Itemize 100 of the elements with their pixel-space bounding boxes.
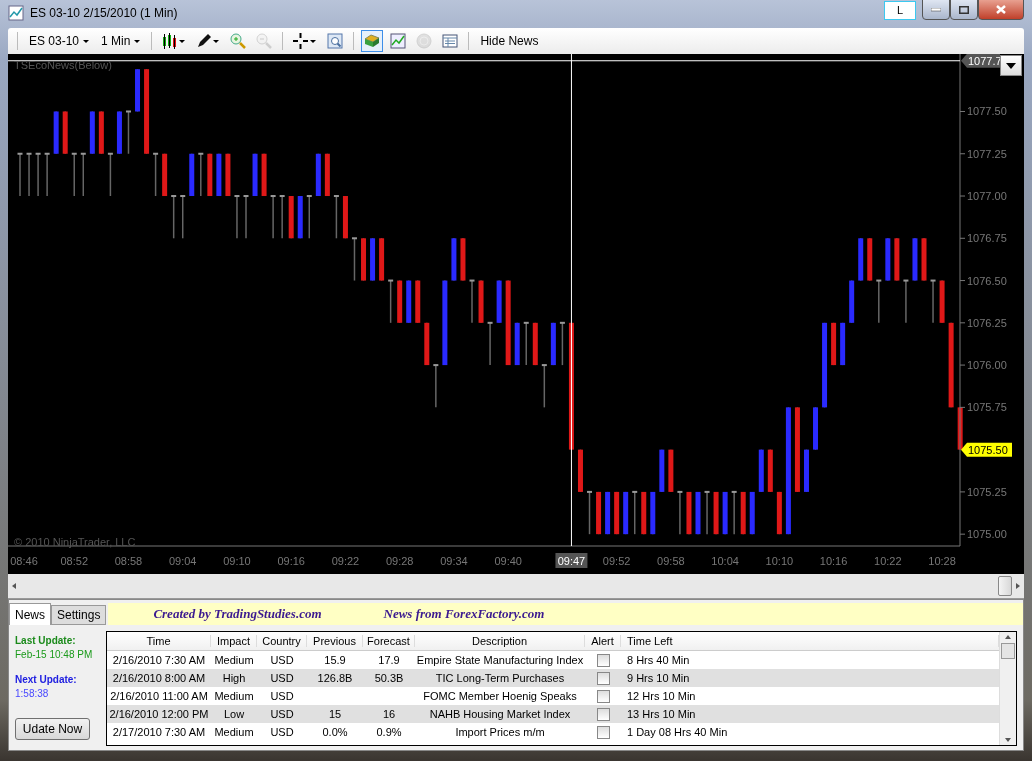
time-label: 09:04 [168, 555, 197, 567]
link-badge[interactable]: L [884, 0, 916, 20]
price-label: 1076.50 [967, 274, 1007, 287]
candlestick [559, 321, 565, 366]
table-cell-text: 9 Hrs 10 Min [626, 672, 691, 684]
alert-checkbox[interactable] [596, 707, 610, 721]
table-cell-text: 13 Hrs 10 Min [626, 708, 697, 720]
table-cell-text: USD [269, 672, 295, 684]
copyright-text: © 2010 NinjaTrader, LLC [14, 536, 136, 548]
minimize-icon [931, 7, 941, 12]
time-label: 10:10 [765, 555, 794, 567]
minimize-button[interactable] [922, 0, 950, 20]
candlestick [80, 152, 86, 197]
table-cell-text: TIC Long-Term Purchases [434, 672, 566, 684]
interval-dropdown[interactable]: 1 Min [97, 34, 145, 48]
price-label: 1076.00 [967, 359, 1007, 372]
column-header[interactable]: Previous [307, 635, 363, 647]
instrument-dropdown[interactable]: ES 03-10 [25, 34, 94, 48]
zoom-out-icon [256, 33, 273, 49]
table-cell-text: 17.9 [377, 654, 401, 666]
candlestick [677, 490, 683, 535]
table-cell-text: 2/16/2010 12:00 PM [108, 708, 210, 720]
table-cell-text: Low [222, 708, 246, 720]
table-cell-text: NAHB Housing Market Index [428, 708, 572, 720]
panel-tab[interactable]: Settings [51, 605, 107, 625]
dropdown-button[interactable] [1000, 55, 1022, 76]
candlestick [153, 152, 159, 197]
time-label: 09:28 [385, 555, 414, 567]
time-label: 09:16 [277, 555, 305, 567]
horizontal-scrollbar[interactable] [8, 574, 1024, 599]
hide-news-button[interactable]: Hide News [476, 34, 543, 48]
candlestick [35, 152, 41, 197]
alert-checkbox[interactable] [596, 653, 610, 667]
price-label: 1076.75 [967, 232, 1007, 245]
panel-tab[interactable]: News [9, 603, 51, 625]
candlestick [587, 490, 593, 535]
window-title: ES 03-10 2/15/2010 (1 Min) [30, 6, 179, 20]
candlestick [180, 195, 186, 240]
column-header[interactable]: Description [415, 635, 585, 647]
table-cell-text: 2/16/2010 7:30 AM [111, 654, 207, 666]
close-icon [996, 5, 1006, 14]
candlestick [388, 279, 394, 324]
candlestick [243, 195, 249, 240]
candlestick [903, 279, 909, 324]
candlestick-icon [162, 33, 187, 49]
close-button[interactable] [978, 0, 1024, 20]
table-cell-text: 2/16/2010 11:00 AM [109, 690, 209, 702]
alert-checkbox[interactable] [596, 671, 610, 685]
vertical-scrollbar[interactable] [999, 632, 1016, 745]
candlestick [306, 195, 312, 240]
price-label: 1075.00 [967, 528, 1007, 541]
last-price-tag: 1075.50 [961, 442, 1012, 457]
scroll-thumb[interactable] [1001, 643, 1015, 659]
candlestick [270, 195, 276, 240]
cursor-price-tag: 1077.7 [961, 54, 1002, 68]
chart-window-icon [8, 5, 24, 21]
column-header[interactable]: Time [107, 635, 211, 647]
candlestick [333, 195, 339, 240]
time-label: 09:40 [494, 555, 522, 567]
column-header[interactable]: Alert [585, 635, 621, 647]
time-label: 09:52 [602, 555, 631, 567]
column-header[interactable]: Country [257, 635, 307, 647]
time-label: 10:22 [874, 555, 902, 567]
banner-text: News from ForexFactory.com [383, 606, 545, 622]
candlestick [234, 195, 240, 240]
candlestick [876, 279, 882, 324]
table-cell-text: 2/16/2010 8:00 AM [111, 672, 207, 684]
candlestick [107, 152, 113, 197]
candlestick [125, 110, 131, 155]
cursor-time-tag: 09:47 [555, 553, 588, 568]
candlestick [279, 195, 285, 240]
column-header[interactable]: Impact [211, 635, 257, 647]
scroll-left-icon [12, 583, 16, 589]
maximize-icon [959, 5, 969, 14]
table-cell-text: Medium [213, 690, 255, 702]
maximize-button[interactable] [950, 0, 978, 20]
banner-text: Created by TradingStudies.com [153, 606, 322, 622]
table-cell-text: 12 Hrs 10 Min [626, 690, 697, 702]
candlestick [541, 364, 547, 409]
table-cell-text: 126.8B [316, 672, 354, 684]
table-cell-text: 8 Hrs 40 Min [626, 654, 691, 666]
table-cell-text: Medium [213, 726, 255, 738]
price-label: 1077.25 [967, 147, 1007, 160]
table-cell-text: 2/17/2010 7:30 AM [111, 726, 207, 738]
column-header[interactable]: Forecast [363, 635, 415, 647]
update-now-button[interactable]: Udate Now [15, 718, 90, 740]
time-label: 09:10 [223, 555, 251, 567]
table-cell-text: 1 Day 08 Hrs 40 Min [626, 726, 729, 738]
table-cell: Empire State Manufacturing Index [415, 654, 585, 666]
table-cell-text: 0.0% [321, 726, 349, 738]
caret-icon [83, 39, 90, 43]
table-cell-text: USD [269, 726, 295, 738]
alert-checkbox[interactable] [596, 689, 610, 703]
table-cell-text: Import Prices m/m [454, 726, 546, 738]
candlestick [351, 237, 357, 282]
scroll-thumb[interactable] [998, 576, 1012, 596]
scroll-down-icon [1005, 738, 1011, 742]
alert-checkbox[interactable] [596, 725, 610, 739]
last-update-value: Feb-15 10:48 PM [15, 649, 94, 660]
coin-icon [416, 33, 433, 49]
